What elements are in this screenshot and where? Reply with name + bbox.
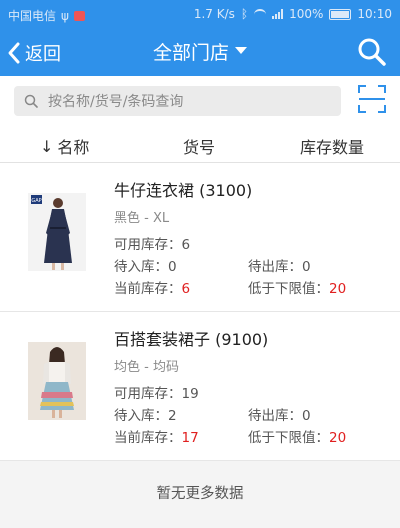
- store-selector[interactable]: 全部门店: [0, 38, 400, 65]
- available-stock-label: 可用库存：: [114, 237, 182, 253]
- current-stock: 当前库存：17: [114, 426, 199, 446]
- carrier-text: 中国电信: [8, 9, 57, 23]
- search-box: [14, 86, 341, 116]
- current-stock-label: 当前库存：: [114, 281, 182, 297]
- battery-icon: [329, 8, 352, 20]
- column-name-label: 名称: [57, 138, 90, 157]
- scan-icon[interactable]: [357, 84, 387, 114]
- list-footer: 暂无更多数据: [0, 460, 400, 528]
- outgoing-stock: 待出库：0: [248, 255, 311, 275]
- available-stock-value: 19: [181, 386, 199, 402]
- brand-logo-text: GAP: [31, 198, 41, 204]
- column-stock[interactable]: 库存数量: [300, 134, 364, 158]
- current-stock-label: 当前库存：: [114, 430, 182, 446]
- bluetooth-icon: ᛒ: [240, 7, 249, 21]
- search-input[interactable]: [46, 89, 335, 115]
- product-card[interactable]: 百搭套装裙子 (9100) 均色 - 均码 可用库存：19 待入库：2 待出库：…: [0, 312, 400, 460]
- incoming-stock-label: 待入库：: [114, 259, 168, 275]
- incoming-stock-value: 0: [168, 259, 177, 275]
- incoming-stock-label: 待入库：: [114, 408, 168, 424]
- product-image: GAP: [28, 193, 86, 271]
- search-row: [0, 76, 400, 126]
- below-threshold: 低于下限值：20: [248, 277, 346, 297]
- outgoing-stock-value: 0: [302, 259, 311, 275]
- available-stock-label: 可用库存：: [114, 386, 182, 402]
- battery-percent: 100%: [289, 7, 324, 21]
- product-variant: 黑色 - XL: [114, 211, 170, 226]
- product-variant: 均色 - 均码: [114, 360, 179, 375]
- wifi-icon: [254, 8, 267, 20]
- current-stock-value: 6: [181, 281, 191, 297]
- product-image: [28, 342, 86, 420]
- status-bar: 中国电信 ψ 1.7 K/s ᛒ 100% 10:10: [0, 0, 400, 30]
- signal-icon: [272, 9, 284, 19]
- search-icon[interactable]: [356, 36, 388, 68]
- no-more-data-text: 暂无更多数据: [156, 486, 244, 502]
- product-name: 百搭套装裙子 (9100): [114, 330, 269, 349]
- below-threshold-label: 低于下限值：: [248, 430, 329, 446]
- available-stock: 可用库存：6: [114, 233, 190, 253]
- network-speed: 1.7 K/s: [193, 7, 235, 21]
- nav-bar: 返回 全部门店: [0, 30, 400, 76]
- usb-icon: ψ: [61, 8, 69, 23]
- column-sku[interactable]: 货号: [183, 134, 215, 158]
- caret-down-icon: [235, 47, 247, 54]
- incoming-stock-value: 2: [168, 408, 177, 424]
- below-threshold-value: 20: [329, 430, 347, 446]
- outgoing-stock-value: 0: [302, 408, 311, 424]
- outgoing-stock-label: 待出库：: [248, 408, 302, 424]
- incoming-stock: 待入库：0: [114, 255, 177, 275]
- column-header: ↓ 名称 货号 库存数量: [0, 126, 400, 163]
- page-title: 全部门店: [152, 42, 229, 64]
- available-stock: 可用库存：19: [114, 382, 199, 402]
- available-stock-value: 6: [181, 237, 191, 253]
- notification-icon: [73, 10, 85, 21]
- current-stock: 当前库存：6: [114, 277, 190, 297]
- search-icon: [24, 94, 38, 108]
- outgoing-stock-label: 待出库：: [248, 259, 302, 275]
- sort-by-name[interactable]: ↓ 名称: [40, 134, 89, 158]
- arrow-down-icon: ↓: [40, 136, 54, 156]
- incoming-stock: 待入库：2: [114, 404, 177, 424]
- clock: 10:10: [357, 7, 392, 21]
- below-threshold: 低于下限值：20: [248, 426, 346, 446]
- current-stock-value: 17: [181, 430, 199, 446]
- outgoing-stock: 待出库：0: [248, 404, 311, 424]
- product-name: 牛仔连衣裙 (3100): [114, 181, 253, 200]
- below-threshold-label: 低于下限值：: [248, 281, 329, 297]
- product-card[interactable]: GAP 牛仔连衣裙 (3100) 黑色 - XL 可用库存：6 待入库：0 待出…: [0, 163, 400, 311]
- below-threshold-value: 20: [329, 281, 347, 297]
